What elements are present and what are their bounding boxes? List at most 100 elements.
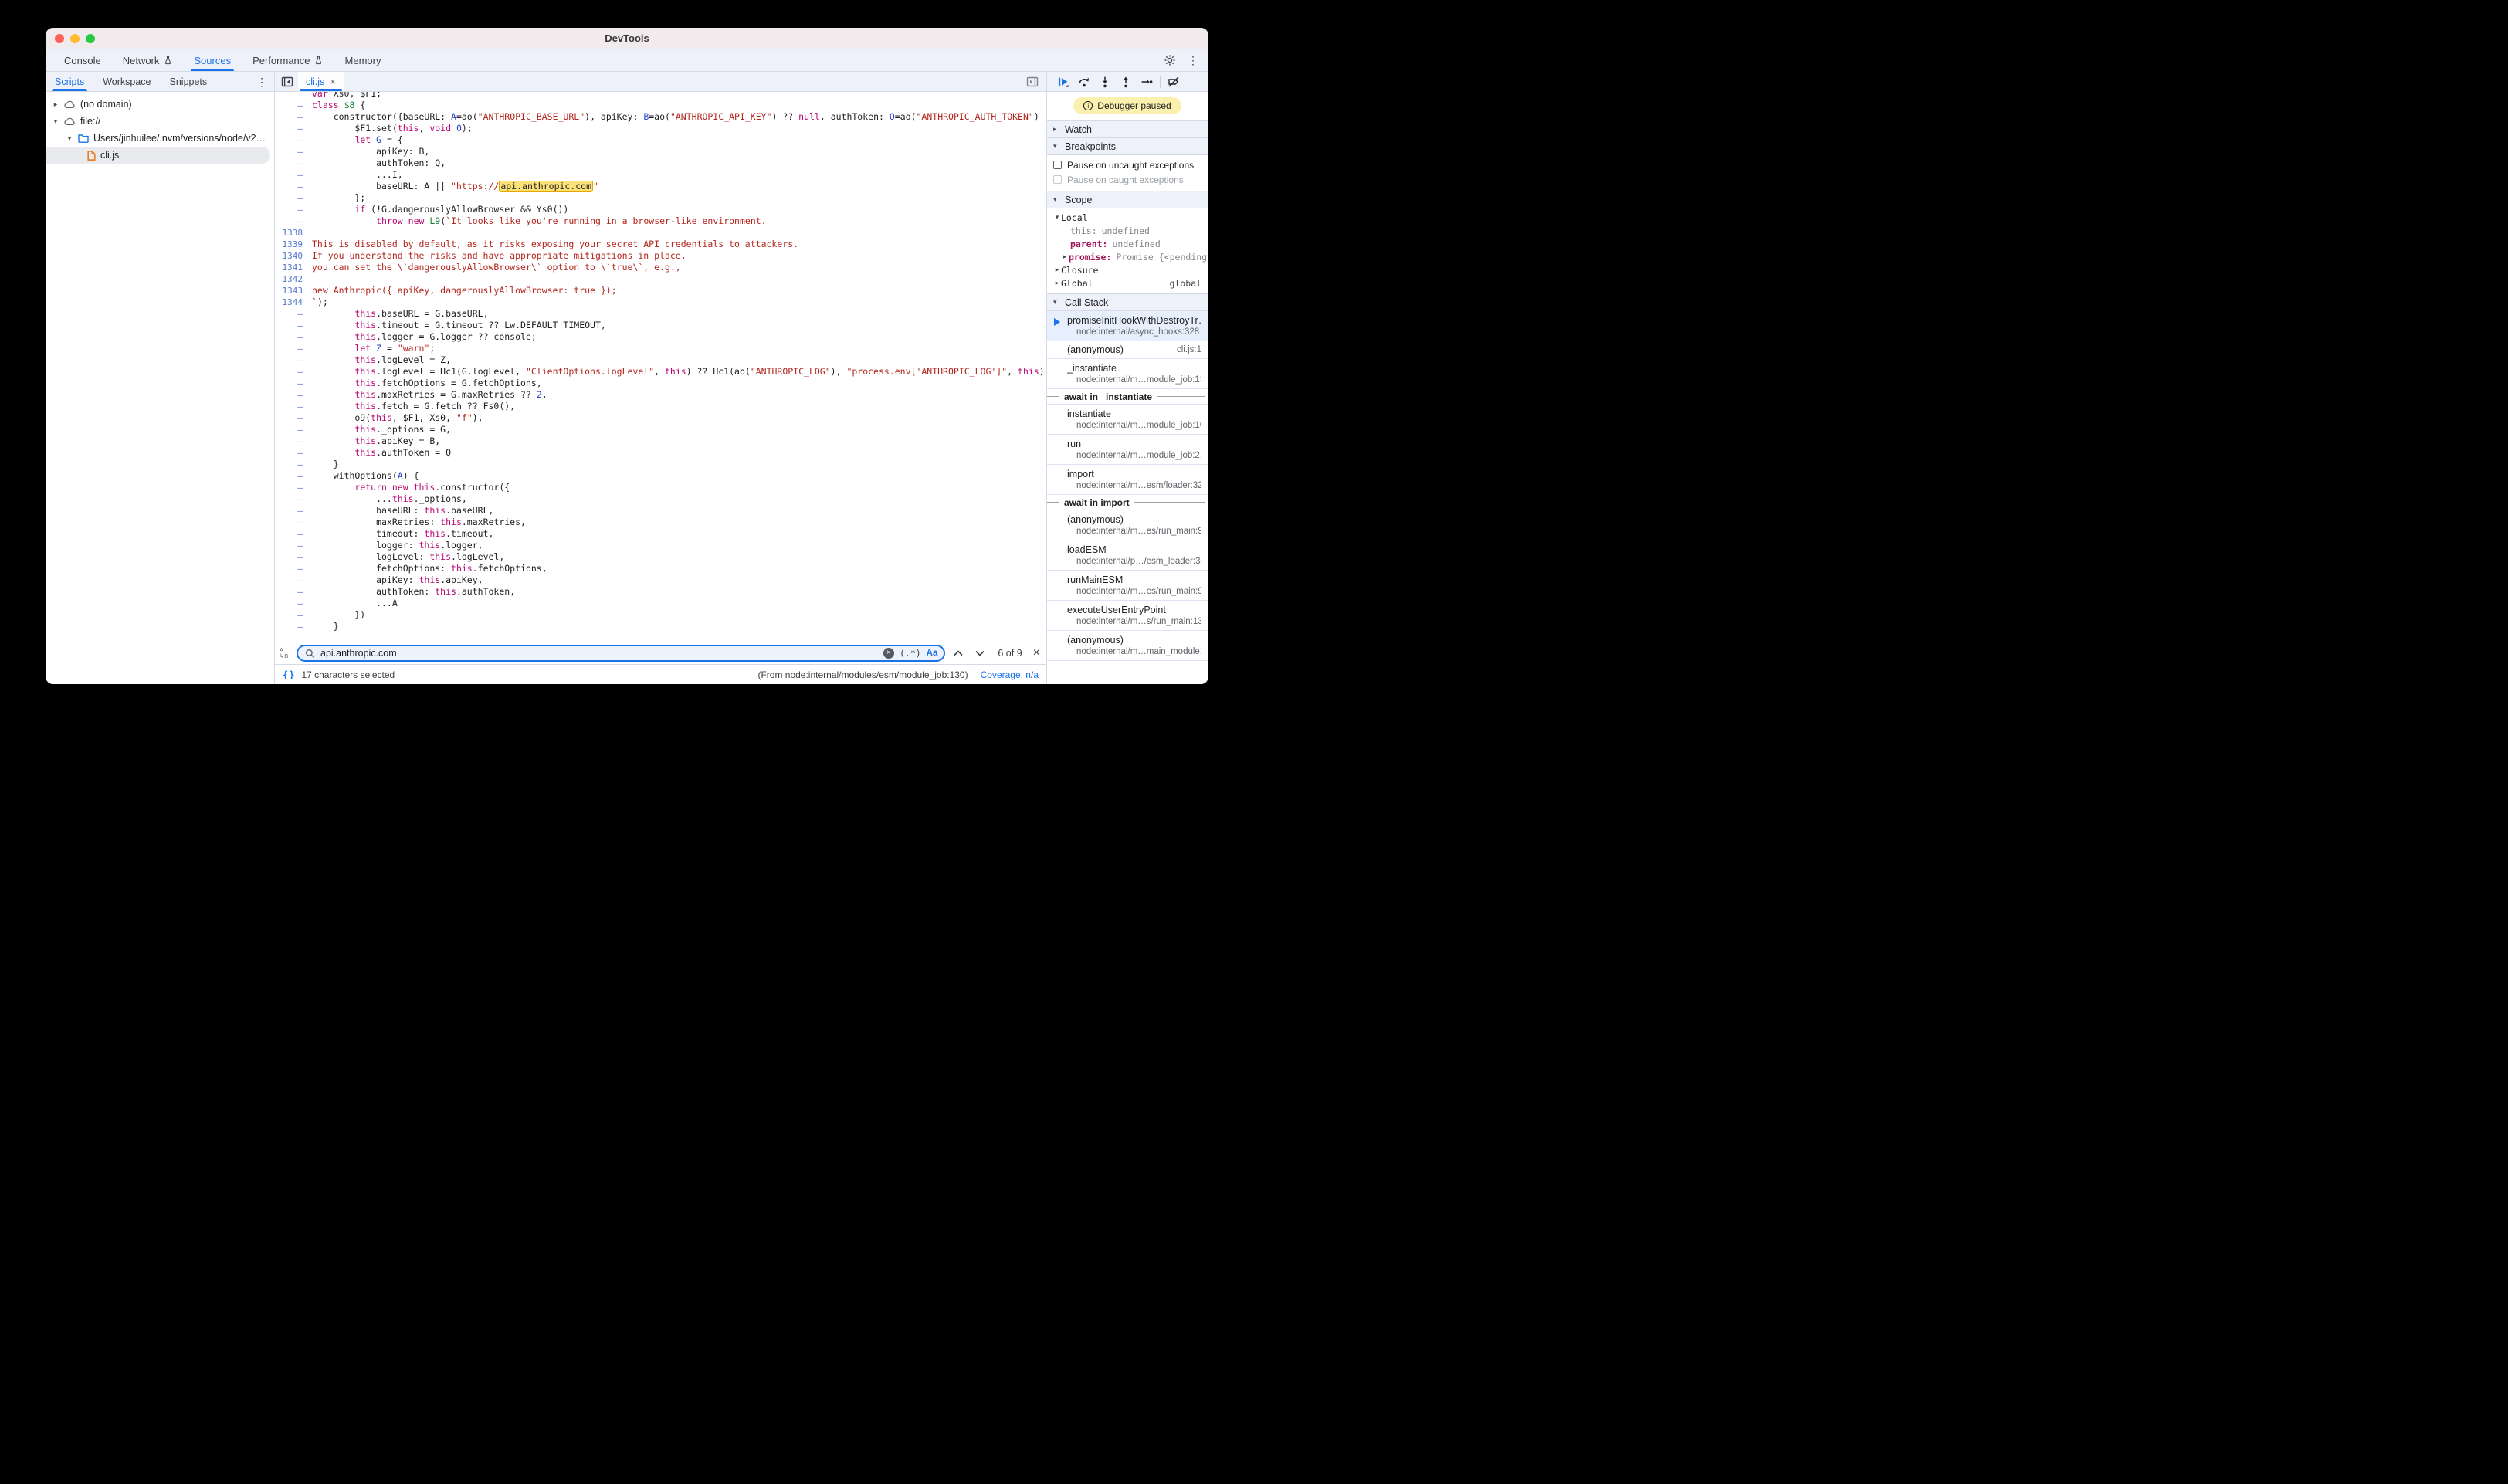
previous-match-button[interactable] — [950, 645, 967, 661]
tab-scripts[interactable]: Scripts — [46, 72, 93, 91]
line-gutter[interactable]: – — [275, 517, 312, 527]
editor-tab-cli-js[interactable]: cli.js × — [298, 72, 344, 91]
chevron-down-icon[interactable]: ▾ — [66, 134, 73, 143]
line-gutter[interactable]: – — [275, 436, 312, 446]
close-search-icon[interactable]: × — [1033, 647, 1040, 659]
scope-group-closure[interactable]: ▸Closure — [1047, 263, 1208, 276]
pause-uncaught-exceptions-row[interactable]: Pause on uncaught exceptions — [1047, 158, 1208, 172]
source-origin-link[interactable]: node:internal/modules/esm/module_job:130 — [785, 669, 965, 680]
tree-item-node-folder[interactable]: ▾ Users/jinhuilee/.nvm/versions/node/v2… — [46, 130, 274, 147]
code-text[interactable]: timeout: this.timeout, — [312, 528, 1046, 540]
code-text[interactable]: `); — [312, 296, 1046, 308]
line-gutter[interactable]: – — [275, 309, 312, 319]
scope-group-local[interactable]: ▾Local — [1047, 211, 1208, 224]
chevron-right-icon[interactable]: ▸ — [52, 100, 59, 109]
code-text[interactable]: logLevel: this.logLevel, — [312, 551, 1046, 563]
line-gutter[interactable]: – — [275, 158, 312, 168]
clear-search-icon[interactable]: × — [883, 648, 894, 659]
code-text[interactable]: baseURL: this.baseURL, — [312, 505, 1046, 517]
call-stack-frame[interactable]: loadESMnode:internal/p…/esm_loader:34 — [1047, 540, 1208, 571]
section-call-stack[interactable]: ▾ Call Stack — [1047, 294, 1208, 311]
code-text[interactable]: return new this.constructor({ — [312, 482, 1046, 493]
deactivate-breakpoints-icon[interactable] — [1166, 74, 1181, 90]
step-icon[interactable] — [1139, 74, 1154, 90]
code-text[interactable]: ...A — [312, 598, 1046, 609]
code-text[interactable]: authToken: this.authToken, — [312, 586, 1046, 598]
code-text[interactable]: this.authToken = Q — [312, 447, 1046, 459]
code-text[interactable]: logger: this.logger, — [312, 540, 1046, 551]
tab-snippets[interactable]: Snippets — [161, 72, 217, 91]
line-gutter[interactable]: – — [275, 471, 312, 481]
line-gutter[interactable]: – — [275, 147, 312, 157]
line-gutter[interactable]: – — [275, 622, 312, 632]
code-text[interactable]: if (!G.dangerouslyAllowBrowser && Ys0()) — [312, 204, 1046, 215]
line-gutter[interactable]: – — [275, 320, 312, 330]
line-gutter[interactable]: – — [275, 564, 312, 574]
line-gutter[interactable]: – — [275, 332, 312, 342]
call-stack-frame[interactable]: _instantiatenode:internal/m…module_job:1… — [1047, 359, 1208, 389]
line-gutter[interactable]: – — [275, 181, 312, 191]
line-gutter[interactable]: – — [275, 598, 312, 608]
line-gutter[interactable]: – — [275, 170, 312, 180]
code-text[interactable]: apiKey: B, — [312, 146, 1046, 158]
chevron-down-icon[interactable]: ▾ — [1053, 298, 1060, 307]
tree-item-file-protocol[interactable]: ▾ file:// — [46, 113, 274, 130]
code-text[interactable]: withOptions(A) { — [312, 470, 1046, 482]
code-text[interactable]: authToken: Q, — [312, 158, 1046, 169]
code-text[interactable]: $F1.set(this, void 0); — [312, 123, 1046, 134]
code-text[interactable]: ...I, — [312, 169, 1046, 181]
close-icon[interactable]: × — [330, 76, 336, 86]
code-text[interactable]: this.fetchOptions = G.fetchOptions, — [312, 378, 1046, 389]
gear-icon[interactable] — [1162, 53, 1178, 68]
tab-performance[interactable]: Performance — [242, 49, 334, 71]
replace-toggle-icon[interactable]: A↳B — [280, 647, 292, 660]
line-gutter[interactable]: – — [275, 587, 312, 597]
line-gutter[interactable]: – — [275, 390, 312, 400]
section-watch[interactable]: ▸ Watch — [1047, 121, 1208, 138]
call-stack-frame[interactable]: runMainESMnode:internal/m…es/run_main:98 — [1047, 571, 1208, 601]
line-gutter[interactable]: – — [275, 367, 312, 377]
call-stack-frame[interactable]: (anonymous)cli.js:1 — [1047, 341, 1208, 359]
line-gutter[interactable]: 1344 — [275, 297, 312, 307]
line-gutter[interactable]: – — [275, 124, 312, 134]
line-gutter[interactable]: 1341 — [275, 263, 312, 273]
line-gutter[interactable]: – — [275, 540, 312, 551]
chevron-down-icon[interactable]: ▾ — [1053, 142, 1060, 151]
line-gutter[interactable]: – — [275, 448, 312, 458]
line-gutter[interactable]: – — [275, 506, 312, 516]
kebab-menu-icon[interactable]: ⋮ — [1185, 53, 1201, 68]
line-gutter[interactable]: 1339 — [275, 239, 312, 249]
code-text[interactable]: } — [312, 459, 1046, 470]
code-text[interactable]: you can set the \`dangerouslyAllowBrowse… — [312, 262, 1046, 273]
scope-variable[interactable]: this:undefined — [1047, 224, 1208, 237]
scope-group-global[interactable]: ▸Globalglobal — [1047, 276, 1208, 290]
section-breakpoints[interactable]: ▾ Breakpoints — [1047, 138, 1208, 155]
line-gutter[interactable]: – — [275, 552, 312, 562]
line-gutter[interactable]: – — [275, 401, 312, 412]
code-text[interactable]: new Anthropic({ apiKey, dangerouslyAllow… — [312, 285, 1046, 296]
line-gutter[interactable]: – — [275, 425, 312, 435]
code-text[interactable]: class $8 { — [312, 100, 1046, 111]
code-text[interactable]: this.timeout = G.timeout ?? Lw.DEFAULT_T… — [312, 320, 1046, 331]
next-match-button[interactable] — [971, 645, 988, 661]
checkbox[interactable] — [1053, 175, 1062, 184]
pretty-print-icon[interactable]: {} — [283, 669, 295, 680]
line-gutter[interactable]: – — [275, 413, 312, 423]
line-gutter[interactable]: – — [275, 216, 312, 226]
line-gutter[interactable]: – — [275, 112, 312, 122]
code-text[interactable]: throw new L9(`It looks like you're runni… — [312, 215, 1046, 227]
line-gutter[interactable]: 1338 — [275, 228, 312, 238]
code-text[interactable]: }) — [312, 609, 1046, 621]
line-gutter[interactable]: – — [275, 459, 312, 469]
call-stack-frame[interactable]: instantiatenode:internal/m…module_job:10… — [1047, 405, 1208, 435]
search-input[interactable] — [320, 648, 878, 659]
tree-item-no-domain[interactable]: ▸ (no domain) — [46, 96, 274, 113]
tab-workspace[interactable]: Workspace — [93, 72, 160, 91]
chevron-right-icon[interactable]: ▸ — [1053, 125, 1060, 134]
coverage-link[interactable]: Coverage: n/a — [981, 669, 1039, 680]
code-text[interactable]: }; — [312, 192, 1046, 204]
tab-network[interactable]: Network — [112, 49, 184, 71]
checkbox[interactable] — [1053, 161, 1062, 169]
call-stack-frame[interactable]: (anonymous)node:internal/m…main_module:2 — [1047, 631, 1208, 661]
code-viewer[interactable]: var Xs0, $F1;–class $8 {– constructor({b… — [275, 92, 1046, 642]
